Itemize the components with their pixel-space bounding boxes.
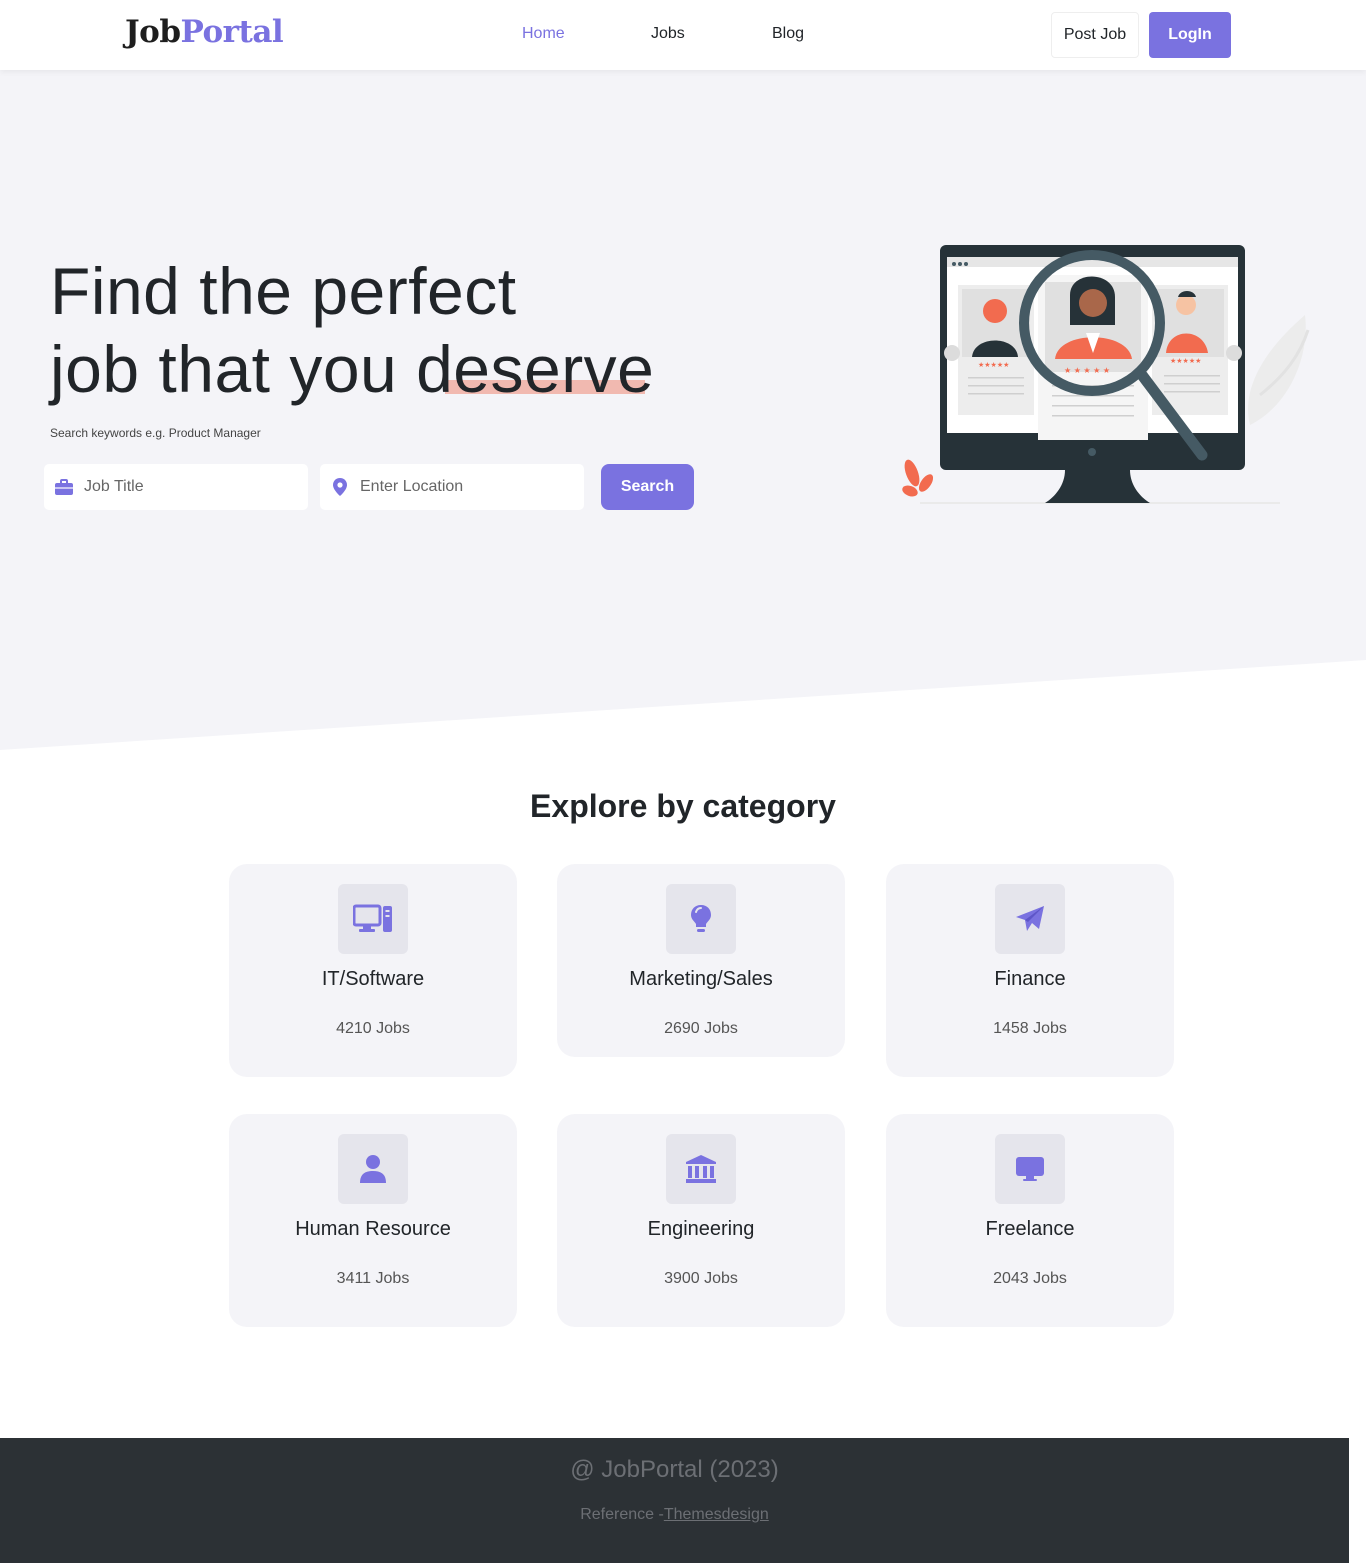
- desktop-icon: [353, 904, 392, 932]
- category-card-it-software[interactable]: IT/Software 4210 Jobs: [229, 864, 517, 1077]
- navbar: JobPortal Home Jobs Blog Post Job LogIn: [0, 0, 1366, 70]
- login-button[interactable]: LogIn: [1149, 12, 1231, 58]
- brand-part2: Portal: [180, 14, 284, 50]
- monitor-icon: [1016, 1157, 1044, 1181]
- search-button[interactable]: Search: [601, 464, 694, 510]
- svg-text:★★★★★: ★★★★★: [978, 361, 1009, 369]
- category-icon-box: [995, 1134, 1065, 1204]
- search-hint: Search keywords e.g. Product Manager: [50, 426, 261, 440]
- category-job-count: 1458 Jobs: [993, 1020, 1067, 1037]
- paper-plane-icon: [1016, 906, 1044, 931]
- hero-title-line1: Find the perfect: [50, 254, 517, 328]
- category-card-freelance[interactable]: Freelance 2043 Jobs: [886, 1114, 1174, 1327]
- footer-reference-link[interactable]: Themesdesign: [664, 1506, 769, 1523]
- category-icon-box: [338, 1134, 408, 1204]
- category-name: Marketing/Sales: [629, 968, 773, 990]
- category-card-marketing-sales[interactable]: Marketing/Sales 2690 Jobs: [557, 864, 845, 1057]
- svg-text:★★★★★: ★★★★★: [1170, 357, 1201, 365]
- category-job-count: 3411 Jobs: [336, 1270, 410, 1287]
- brand-part1: Job: [125, 14, 181, 50]
- map-pin-icon: [320, 478, 360, 496]
- footer-reference-prefix: Reference -: [580, 1506, 664, 1523]
- nav-blog[interactable]: Blog: [772, 25, 804, 43]
- footer-reference: Reference -Themesdesign: [0, 1506, 1349, 1524]
- brand-logo[interactable]: JobPortal: [125, 14, 284, 50]
- lightbulb-icon: [691, 905, 711, 932]
- category-card-finance[interactable]: Finance 1458 Jobs: [886, 864, 1174, 1077]
- user-icon: [360, 1155, 386, 1183]
- location-input[interactable]: [360, 478, 570, 496]
- category-card-engineering[interactable]: Engineering 3900 Jobs: [557, 1114, 845, 1327]
- category-card-human-resource[interactable]: Human Resource 3411 Jobs: [229, 1114, 517, 1327]
- category-name: Human Resource: [295, 1218, 451, 1240]
- nav-home[interactable]: Home: [522, 25, 565, 43]
- category-section-title: Explore by category: [530, 788, 836, 824]
- job-title-input[interactable]: [84, 478, 294, 496]
- job-search-illustration: ★★★★★ ★★★★★ ★ ★ ★ ★ ★: [902, 245, 1310, 504]
- category-job-count: 2690 Jobs: [664, 1020, 738, 1037]
- briefcase-icon: [44, 479, 84, 495]
- category-job-count: 4210 Jobs: [336, 1020, 410, 1037]
- category-icon-box: [666, 1134, 736, 1204]
- category-icon-box: [995, 884, 1065, 954]
- bank-icon: [686, 1155, 716, 1183]
- category-name: Engineering: [647, 1218, 755, 1240]
- category-name: Freelance: [985, 1218, 1075, 1240]
- svg-text:★ ★ ★ ★ ★: ★ ★ ★ ★ ★: [1064, 366, 1110, 375]
- category-job-count: 3900 Jobs: [664, 1270, 738, 1287]
- category-job-count: 2043 Jobs: [993, 1270, 1067, 1287]
- category-name: IT/Software: [321, 968, 425, 990]
- nav-jobs[interactable]: Jobs: [651, 25, 685, 43]
- post-job-button[interactable]: Post Job: [1051, 12, 1139, 58]
- hero-title-line2: job that you deserve: [50, 332, 655, 406]
- footer: @ JobPortal (2023) Reference -Themesdesi…: [0, 1438, 1349, 1563]
- location-field: [320, 464, 584, 510]
- hero-title: Find the perfect job that you deserve: [50, 252, 654, 408]
- category-icon-box: [338, 884, 408, 954]
- category-name: Finance: [994, 968, 1066, 990]
- job-title-field: [44, 464, 308, 510]
- footer-copyright: @ JobPortal (2023): [570, 1456, 779, 1483]
- category-icon-box: [666, 884, 736, 954]
